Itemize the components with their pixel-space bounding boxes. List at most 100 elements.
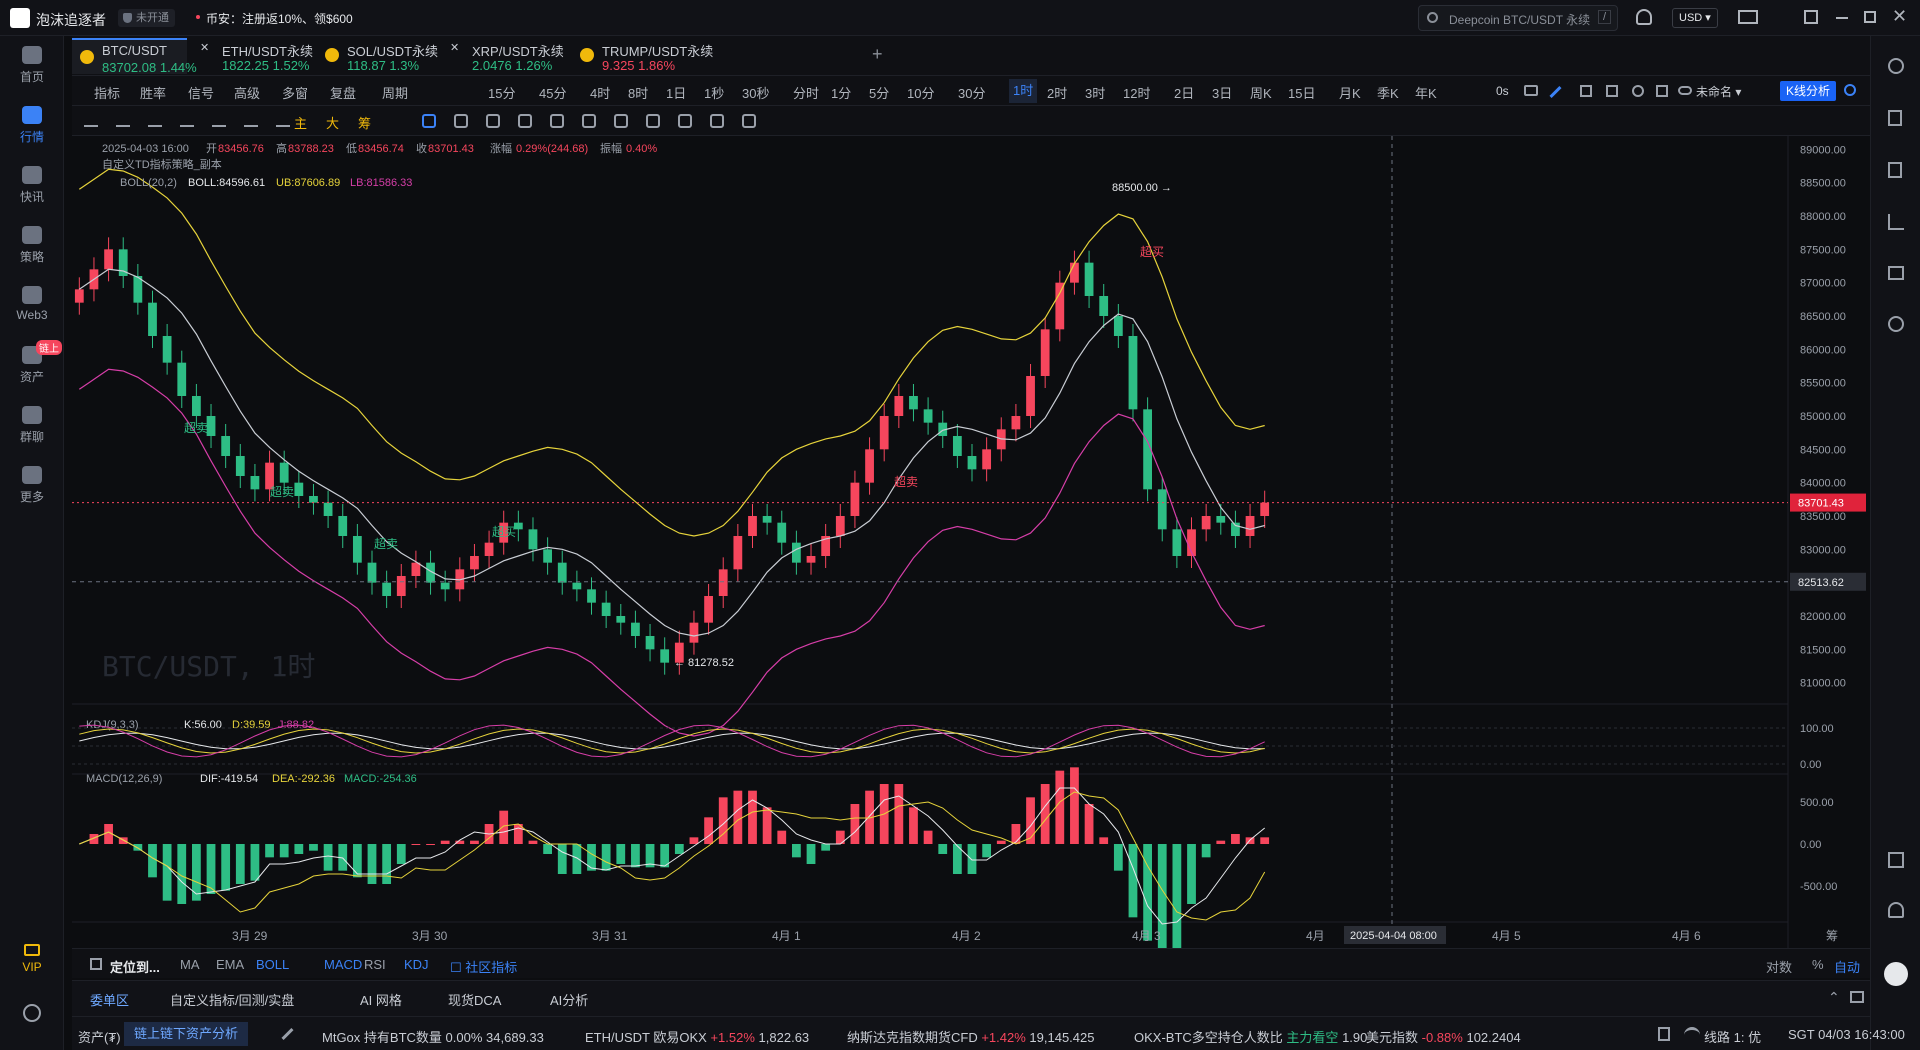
close-icon[interactable]: ✕	[450, 41, 464, 55]
draw-tool-icon[interactable]	[742, 114, 756, 128]
draw-tool-icon[interactable]	[84, 115, 98, 127]
nav-item-5[interactable]: 资产 链上	[0, 340, 64, 385]
maximize-button[interactable]	[1864, 11, 1876, 23]
nav-item-2[interactable]: 快讯	[0, 166, 64, 205]
toolbar-item[interactable]: 复盘	[330, 83, 356, 102]
community-indicators[interactable]: ☐ 社区指标	[450, 957, 517, 976]
draw-tool-icon[interactable]	[454, 114, 468, 128]
interval-8[interactable]: 1分	[831, 83, 851, 102]
expand-icon[interactable]	[1850, 991, 1864, 1003]
notice-text[interactable]: 币安：注册返10%、领$600	[206, 10, 353, 27]
indicator-toggle[interactable]: KDJ	[404, 957, 429, 972]
nav-item-7[interactable]: 更多	[0, 466, 64, 505]
indicator-toggle[interactable]: MA	[180, 957, 200, 972]
tool-text[interactable]: 大	[326, 113, 339, 132]
draw-tool-icon[interactable]	[116, 115, 130, 127]
line-status[interactable]: 线路 1: 优	[1704, 1027, 1761, 1046]
panel-tab[interactable]: AI 网格	[360, 990, 402, 1009]
symbol-tab[interactable]: TRUMP/USDT永续 9.325 1.86%	[572, 38, 713, 74]
toolbar-item[interactable]: 高级	[234, 83, 260, 102]
interval-10[interactable]: 10分	[907, 83, 934, 102]
panel-icon[interactable]	[1888, 852, 1904, 868]
interval-18[interactable]: 周K	[1250, 83, 1272, 102]
scale-option[interactable]: 对数	[1766, 957, 1792, 976]
interval-3[interactable]: 8时	[628, 83, 648, 102]
ticker-item[interactable]: 纳斯达克指数期货CFD +1.42% 19,145.425	[847, 1027, 1095, 1046]
draw-tool-icon[interactable]	[678, 114, 692, 128]
symbol-tab[interactable]: ✕ ETH/USDT永续 1822.25 1.52%	[192, 38, 317, 74]
nav-item-3[interactable]: 策略	[0, 226, 64, 265]
fullscreen-icon[interactable]	[1656, 85, 1668, 97]
pen-icon[interactable]	[1549, 85, 1562, 99]
draw-tool-icon[interactable]	[486, 114, 500, 128]
gear-icon[interactable]	[1632, 85, 1644, 97]
draw-tool-icon[interactable]	[148, 115, 162, 127]
interval-11[interactable]: 30分	[958, 83, 985, 102]
camera-icon[interactable]	[1524, 85, 1538, 96]
currency-select[interactable]: USD ▾	[1672, 8, 1718, 28]
clipboard-icon[interactable]	[1888, 162, 1902, 178]
grid-icon[interactable]	[1888, 58, 1904, 74]
tool-text[interactable]: 主	[294, 113, 307, 132]
draw-tool-icon[interactable]	[276, 115, 290, 127]
minimize-button[interactable]	[1836, 17, 1848, 19]
share-layout-icon[interactable]	[1580, 85, 1592, 97]
symbol-tab[interactable]: BTC/USDT 83702.08 1.44%	[72, 38, 197, 75]
interval-4[interactable]: 1日	[666, 83, 686, 102]
ticker-item[interactable]: OKX-BTC多空持仓人数比 主力看空 1.90	[1134, 1027, 1367, 1046]
close-button[interactable]: ✕	[1892, 6, 1907, 27]
interval-14[interactable]: 3时	[1085, 83, 1105, 102]
toolbar-item[interactable]: 指标	[94, 83, 120, 102]
panel-tab[interactable]: 委单区	[90, 990, 129, 1009]
nav-item-1[interactable]: 行情	[0, 106, 64, 145]
panel-tab[interactable]: 自定义指标/回测/实盘	[170, 990, 294, 1009]
calendar-icon[interactable]	[1888, 266, 1904, 280]
settings-icon[interactable]	[23, 1004, 41, 1022]
add-tab-button[interactable]: +	[872, 44, 883, 65]
trend-icon[interactable]	[1888, 214, 1904, 230]
draw-tool-icon[interactable]	[518, 114, 532, 128]
interval-0[interactable]: 15分	[488, 83, 515, 102]
popout-icon[interactable]	[1804, 10, 1818, 24]
close-icon[interactable]: ✕	[200, 41, 214, 55]
panel-tab[interactable]: 现货DCA	[448, 990, 501, 1009]
chart-area[interactable]: BTC/USDT, 1时 89000.00 88500.00 88000.00 8750…	[72, 136, 1870, 948]
panel-tab[interactable]: AI分析	[550, 990, 588, 1009]
interval-13[interactable]: 2时	[1047, 83, 1067, 102]
interval-5[interactable]: 1秒	[704, 83, 724, 102]
interval-21[interactable]: 季K	[1377, 83, 1399, 102]
draw-tool-icon[interactable]	[422, 114, 436, 128]
draw-tool-icon[interactable]	[212, 115, 226, 127]
indicator-toggle[interactable]: EMA	[216, 957, 244, 972]
vip-nav[interactable]: VIP	[0, 944, 64, 974]
asset-analysis-button[interactable]: 链上链下资产分析	[124, 1022, 249, 1046]
refresh-icon[interactable]	[1888, 316, 1904, 332]
share-icon[interactable]	[1844, 84, 1856, 96]
symbol-tab[interactable]: SOL/USDT永续 118.87 1.3%	[317, 38, 442, 74]
status-badge[interactable]: 未开通	[118, 9, 175, 27]
search-box[interactable]: Deepcoin BTC/USDT 永续 /	[1418, 5, 1618, 31]
nav-item-6[interactable]: 群聊	[0, 406, 64, 445]
draw-tool-icon[interactable]	[646, 114, 660, 128]
indicator-toggle[interactable]: RSI	[364, 957, 386, 972]
interval-22[interactable]: 年K	[1415, 83, 1437, 102]
interval-9[interactable]: 5分	[869, 83, 889, 102]
draw-tool-icon[interactable]	[582, 114, 596, 128]
calendar-icon[interactable]	[90, 958, 102, 970]
assets-label[interactable]: 资产(₮)	[78, 1027, 121, 1046]
indicator-toggle[interactable]: BOLL	[256, 957, 289, 972]
indicator-toggle[interactable]: MACD	[324, 957, 362, 972]
draw-tool-icon[interactable]	[710, 114, 724, 128]
collapse-icon[interactable]: ⌃	[1828, 989, 1840, 1006]
ticker-item[interactable]: 美元指数 -0.88% 102.2404	[1366, 1027, 1521, 1046]
interval-2[interactable]: 4时	[590, 83, 610, 102]
draw-tool-icon[interactable]	[180, 115, 194, 127]
layout-name[interactable]: 未命名 ▾	[1696, 83, 1741, 100]
ticker-item[interactable]: MtGox 持有BTC数量 0.00% 34,689.33	[322, 1027, 544, 1046]
tool-text[interactable]: 筹	[358, 113, 371, 132]
interval-7[interactable]: 分时	[793, 83, 819, 102]
interval-17[interactable]: 3日	[1212, 83, 1232, 102]
draw-tool-icon[interactable]	[244, 115, 258, 127]
save-icon[interactable]	[1606, 85, 1618, 97]
toolbar-item[interactable]: 多窗	[282, 83, 308, 102]
